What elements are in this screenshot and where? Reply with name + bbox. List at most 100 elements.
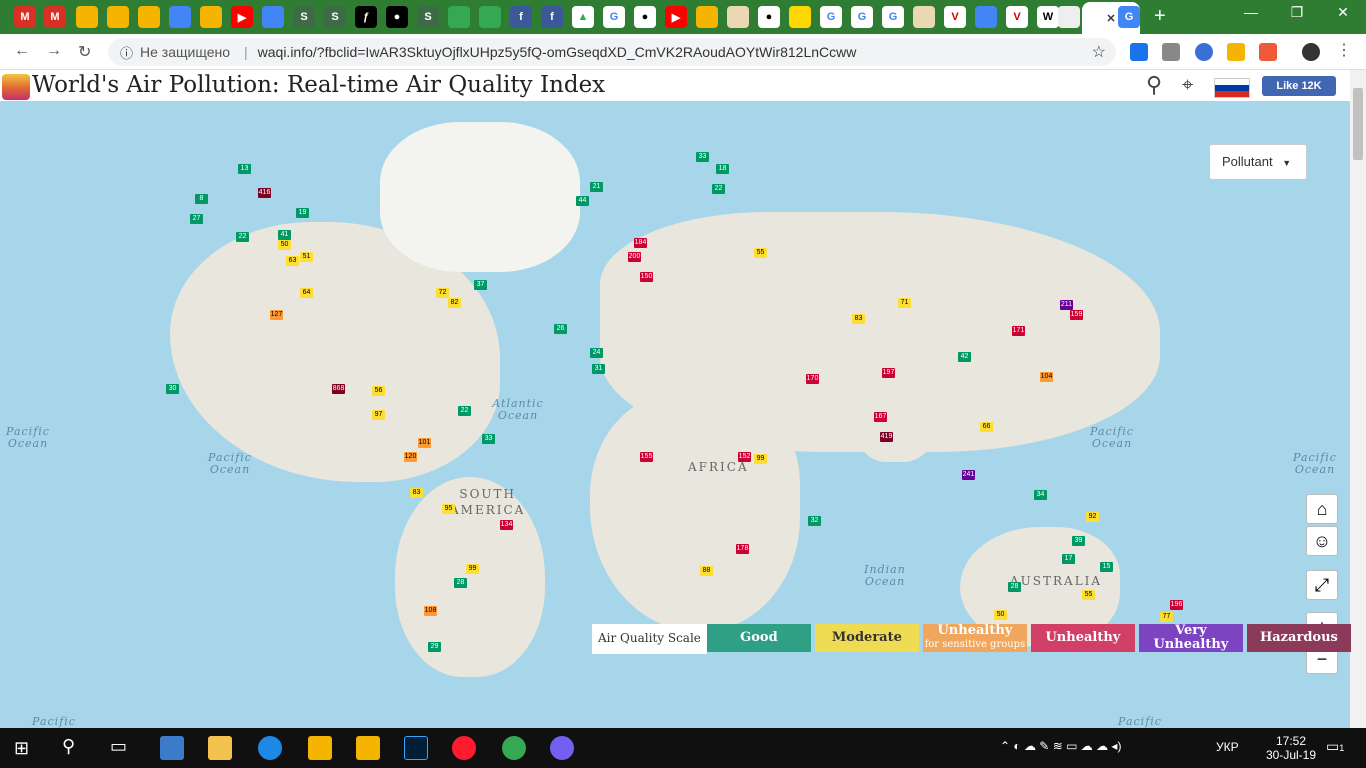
facebook-tab-icon[interactable]: f <box>541 6 563 28</box>
translate-tab-icon[interactable]: G <box>1118 6 1140 28</box>
chrome-icon[interactable] <box>502 736 526 760</box>
task-view-icon[interactable]: ▭ <box>110 736 127 757</box>
aqi-station-marker[interactable]: 108 <box>424 606 437 616</box>
minimize-icon[interactable]: — <box>1228 4 1274 20</box>
aqi-station-marker[interactable]: 15 <box>1100 562 1113 572</box>
aqi-station-marker[interactable]: 28 <box>1008 582 1021 592</box>
aqi-station-marker[interactable]: 34 <box>1034 490 1047 500</box>
site-tab-icon[interactable] <box>479 6 501 28</box>
aqi-station-marker[interactable]: 30 <box>166 384 179 394</box>
aqi-station-marker[interactable]: 37 <box>474 280 487 290</box>
map-layer-icon[interactable]: ⌂ <box>1306 494 1338 524</box>
aqi-station-marker[interactable]: 97 <box>372 410 385 420</box>
aqi-station-marker[interactable]: 44 <box>576 196 589 206</box>
aqi-station-marker[interactable]: 55 <box>754 248 767 258</box>
site-tab-icon[interactable] <box>789 6 811 28</box>
google-tab-icon[interactable]: G <box>851 6 873 28</box>
slides-tab-icon[interactable] <box>76 6 98 28</box>
extension-icon[interactable] <box>1130 43 1148 61</box>
windows-start-icon[interactable]: ⊞ <box>14 738 29 759</box>
search-icon[interactable]: ⚲ <box>1146 72 1162 98</box>
pollutant-dropdown[interactable]: Pollutant ▼ <box>1209 144 1307 180</box>
facebook-tab-icon[interactable]: f <box>510 6 532 28</box>
aqi-station-marker[interactable]: 72 <box>436 288 449 298</box>
opera-icon[interactable] <box>452 736 476 760</box>
extension-icon[interactable] <box>1195 43 1213 61</box>
site-tab-icon[interactable] <box>913 6 935 28</box>
aqi-station-marker[interactable]: 8 <box>195 194 208 204</box>
extension-icon[interactable] <box>1259 43 1277 61</box>
aqi-station-marker[interactable]: 17 <box>1062 554 1075 564</box>
aqi-station-marker[interactable]: 241 <box>962 470 975 480</box>
aqi-station-marker[interactable]: 33 <box>696 152 709 162</box>
site-tab-icon[interactable]: S <box>324 6 346 28</box>
aqi-station-marker[interactable]: 416 <box>258 188 271 198</box>
site-tab-icon[interactable] <box>696 6 718 28</box>
aqi-station-marker[interactable]: 83 <box>852 314 865 324</box>
aqi-station-marker[interactable]: 24 <box>590 348 603 358</box>
aqi-station-marker[interactable]: 13 <box>238 164 251 174</box>
site-tab-icon[interactable] <box>1058 6 1080 28</box>
scrollbar-thumb[interactable] <box>1353 88 1363 160</box>
russian-flag-language-icon[interactable] <box>1214 78 1250 98</box>
aqi-station-marker[interactable]: 66 <box>980 422 993 432</box>
aqi-station-marker[interactable]: 419 <box>880 432 893 442</box>
map-style-icon[interactable]: ☺ <box>1306 526 1338 556</box>
viber-icon[interactable] <box>550 736 574 760</box>
maps-tab-icon[interactable] <box>448 6 470 28</box>
docs-tab-icon[interactable] <box>975 6 997 28</box>
reload-icon[interactable]: ↻ <box>78 42 91 62</box>
aqi-station-marker[interactable]: 42 <box>958 352 971 362</box>
aqi-station-marker[interactable]: 39 <box>1072 536 1085 546</box>
fullscreen-icon[interactable]: ⤢ <box>1306 570 1338 600</box>
google-tab-icon[interactable]: G <box>603 6 625 28</box>
site-tab-icon[interactable]: V <box>944 6 966 28</box>
back-arrow-icon[interactable]: ← <box>14 42 30 60</box>
aqi-station-marker[interactable]: 159 <box>1070 310 1083 320</box>
edge-icon[interactable] <box>258 736 282 760</box>
url-field[interactable]: ⓘ Не защищено | waqi.info/?fbclid=IwAR3S… <box>108 38 1116 66</box>
aqi-station-marker[interactable]: 71 <box>898 298 911 308</box>
slides-tab-icon[interactable] <box>107 6 129 28</box>
site-tab-icon[interactable]: S <box>293 6 315 28</box>
tab-close-icon[interactable]: ✕ <box>1106 12 1115 25</box>
slides-tab-icon[interactable] <box>138 6 160 28</box>
aqi-station-marker[interactable]: 88 <box>700 566 713 576</box>
aqi-station-marker[interactable]: 41 <box>278 230 291 240</box>
google-tab-icon[interactable]: G <box>882 6 904 28</box>
aqi-station-marker[interactable]: 868 <box>332 384 345 394</box>
aqi-station-marker[interactable]: 77 <box>1160 612 1173 622</box>
aqi-station-marker[interactable]: 31 <box>592 364 605 374</box>
aqi-station-marker[interactable]: 196 <box>1170 600 1183 610</box>
aqi-station-marker[interactable]: 101 <box>418 438 431 448</box>
aqi-station-marker[interactable]: 55 <box>1082 590 1095 600</box>
maximize-icon[interactable]: ❐ <box>1274 4 1320 21</box>
aqi-station-marker[interactable]: 50 <box>278 240 291 250</box>
aqi-station-marker[interactable]: 82 <box>448 298 461 308</box>
aqi-station-marker[interactable]: 155 <box>640 452 653 462</box>
github-tab-icon[interactable]: ● <box>386 6 408 28</box>
youtube-tab-icon[interactable]: ▶ <box>231 6 253 28</box>
wikipedia-tab-icon[interactable]: W <box>1037 6 1059 28</box>
aqi-station-marker[interactable]: 167 <box>874 412 887 422</box>
aqi-station-marker[interactable]: 22 <box>458 406 471 416</box>
site-tab-icon[interactable]: V <box>1006 6 1028 28</box>
site-tab-icon[interactable]: ● <box>634 6 656 28</box>
aqi-station-marker[interactable]: 197 <box>882 368 895 378</box>
profile-avatar[interactable] <box>1302 43 1320 61</box>
aqi-station-marker[interactable]: 171 <box>1012 326 1025 336</box>
aqi-station-marker[interactable]: 27 <box>190 214 203 224</box>
aqi-logo-icon[interactable] <box>2 74 30 100</box>
aqi-station-marker[interactable]: 33 <box>482 434 495 444</box>
photoshop-icon[interactable] <box>404 736 428 760</box>
site-tab-icon[interactable]: S <box>417 6 439 28</box>
aqi-station-marker[interactable]: 95 <box>442 504 455 514</box>
menu-dots-icon[interactable]: ⋮ <box>1336 40 1352 60</box>
location-pin-icon[interactable]: ⌖ <box>1182 74 1193 97</box>
app-icon[interactable] <box>308 736 332 760</box>
docs-tab-icon[interactable] <box>262 6 284 28</box>
camera-extension-icon[interactable] <box>1162 43 1180 61</box>
aqi-station-marker[interactable]: 92 <box>1086 512 1099 522</box>
app-icon[interactable] <box>356 736 380 760</box>
extension-icon[interactable] <box>1227 43 1245 61</box>
